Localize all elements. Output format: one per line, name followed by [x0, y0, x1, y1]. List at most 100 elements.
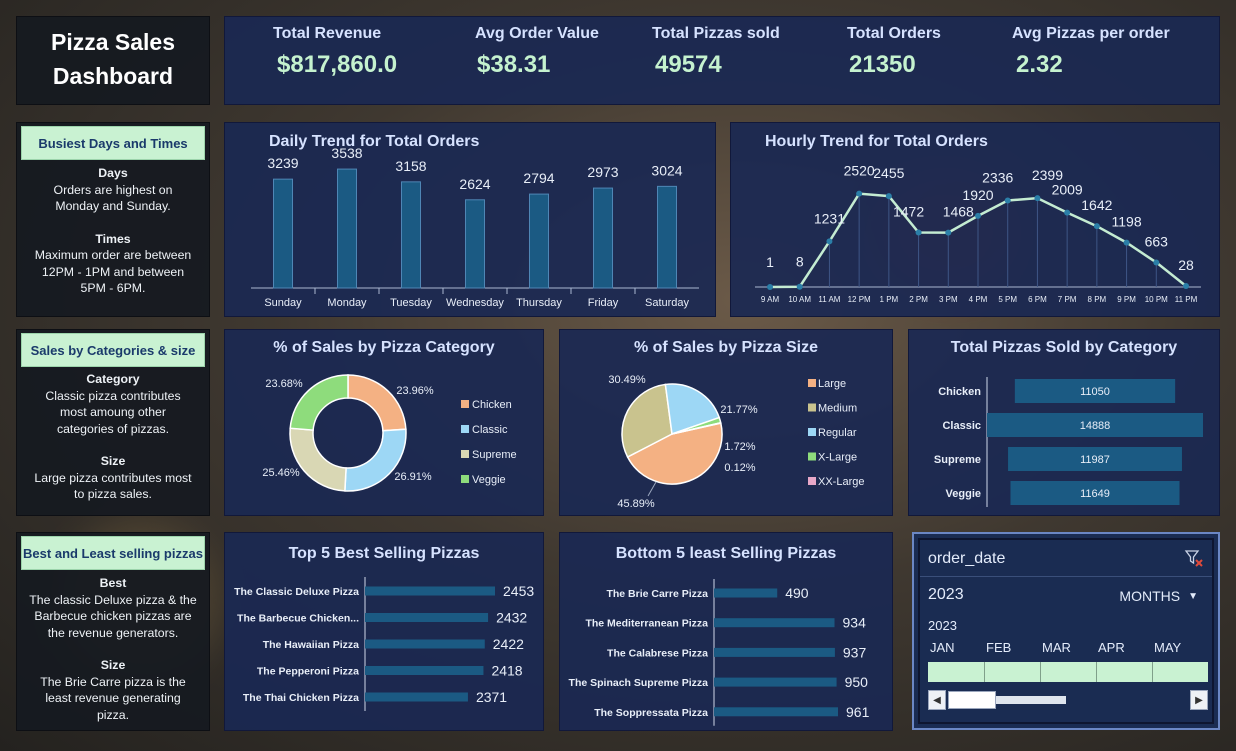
- data-point: [975, 212, 981, 219]
- data-label: 28: [1178, 257, 1194, 273]
- kpi-value: $38.31: [477, 51, 551, 78]
- category-label: The Brie Carre Pizza: [606, 588, 708, 600]
- insight-best-least: Best and Least selling pizzas Best The c…: [16, 532, 210, 731]
- month-divider: [984, 662, 985, 682]
- slicer-field-label: order_date: [928, 550, 1006, 567]
- data-label: 490: [785, 585, 809, 601]
- bar: [365, 639, 485, 649]
- clear-filter-icon[interactable]: [1184, 548, 1204, 568]
- data-label: 3024: [651, 162, 682, 178]
- tick-label: 2 PM: [909, 295, 928, 304]
- scroll-left-icon[interactable]: ◀: [928, 690, 946, 710]
- data-label: 950: [845, 674, 869, 690]
- bar: [529, 193, 549, 289]
- legend-swatch: [808, 379, 816, 387]
- data-label: 3158: [395, 158, 426, 174]
- bar: [714, 588, 778, 598]
- month-divider: [1040, 662, 1041, 682]
- bottom5-panel: Bottom 5 least Selling Pizzas The Brie C…: [559, 532, 893, 731]
- donut-slice: [289, 427, 347, 492]
- kpi-total-revenue: Total Revenue $817,860.0: [273, 25, 397, 79]
- category-share-panel: % of Sales by Pizza Category 23.96% 26.91…: [224, 329, 544, 516]
- data-label: 663: [1145, 233, 1169, 249]
- category-donut-chart: 23.96% 26.91% 25.46% 23.68% Chicken Classic Su…: [262, 374, 517, 492]
- data-point: [1034, 195, 1041, 202]
- insight-body: Best The classic Deluxe pizza & the Barb…: [21, 575, 205, 723]
- month-label: MAY: [1154, 640, 1182, 655]
- timeline-month-labels: JAN FEB MAR APR MAY: [928, 640, 1208, 656]
- data-label: 1920: [962, 187, 993, 203]
- leader-line: [647, 481, 657, 497]
- tick-label: 5 PM: [998, 295, 1017, 304]
- bar: [365, 613, 489, 622]
- kpi-value: 49574: [655, 51, 722, 78]
- data-label: 30.49%: [608, 374, 646, 386]
- insight-text: The classic Deluxe pizza & the Barbecue …: [29, 592, 197, 640]
- kpi-value: $817,860.0: [277, 51, 398, 78]
- tick-label: 11 PM: [1175, 295, 1198, 304]
- tick-label: 9 PM: [1117, 295, 1136, 304]
- order-date-timeline-slicer[interactable]: order_date 2023 MONTHS ▼ 2023 JAN FEB MAR A…: [912, 532, 1220, 730]
- title-line-1: Pizza Sales: [50, 29, 176, 55]
- data-label: 25.46%: [262, 467, 300, 479]
- hourly-trend-panel: Hourly Trend for Total Orders 19 AM 8 10 A…: [730, 122, 1220, 317]
- tick-label: 8 PM: [1088, 295, 1107, 304]
- bottom5-chart: The Brie Carre Pizza 490 The Mediterranean…: [569, 579, 870, 726]
- insight-heading: Size: [100, 658, 126, 672]
- insight-heading: Category: [86, 372, 140, 386]
- kpi-value: 21350: [849, 51, 916, 78]
- data-label: 2453: [503, 583, 534, 599]
- category-label: Veggie: [946, 488, 981, 500]
- data-label: 1231: [814, 210, 845, 226]
- insight-busiest: Busiest Days and Times Days Orders are h…: [16, 122, 210, 317]
- month-divider: [1152, 662, 1153, 682]
- tick-label: 11 AM: [818, 295, 840, 304]
- month-label: FEB: [986, 640, 1012, 655]
- kpi-label: Total Pizzas sold: [652, 25, 780, 42]
- data-label: 23.68%: [265, 378, 303, 390]
- data-label: 937: [843, 644, 867, 660]
- category-label: The Pepperoni Pizza: [257, 666, 359, 678]
- data-point: [1093, 223, 1100, 230]
- tick-label: Friday: [588, 297, 619, 309]
- data-label: 11649: [1080, 488, 1110, 500]
- data-label: 2455: [873, 165, 904, 181]
- insight-text: Orders are highest on Monday and Sunday.: [53, 182, 173, 214]
- insight-body: Category Classic pizza contributes most …: [21, 371, 205, 503]
- insight-text: Large pizza contributes most to pizza sa…: [34, 470, 192, 502]
- size-pie-chart: 45.89% 30.49% 21.77% 1.72% 0.12% Large Medium R…: [608, 374, 864, 510]
- insight-categories: Sales by Categories & size Category Clas…: [16, 329, 210, 516]
- kpi-label: Total Orders: [847, 25, 941, 42]
- data-point: [945, 229, 952, 236]
- top5-chart: The Classic Deluxe Pizza The Barbecue Chi…: [234, 577, 534, 711]
- legend-label: Regular: [818, 427, 857, 439]
- kpi-value: 2.32: [1016, 51, 1063, 78]
- kpi-label: Avg Order Value: [475, 25, 599, 42]
- kpi-avg-order-value: Avg Order Value $38.31: [475, 25, 599, 79]
- tick-label: 3 PM: [939, 295, 958, 304]
- title-line-2: Dashboard: [52, 63, 174, 89]
- data-label: 1.72%: [724, 441, 755, 453]
- data-label: 0.12%: [724, 462, 755, 474]
- timeline-year-label: 2023: [928, 618, 957, 633]
- timeline-track[interactable]: [928, 662, 1208, 682]
- data-point: [1153, 259, 1160, 266]
- data-label: 961: [846, 704, 870, 720]
- legend-swatch: [461, 425, 469, 433]
- data-label: 1472: [893, 203, 924, 219]
- data-label: 934: [843, 615, 867, 631]
- month-label: JAN: [930, 640, 955, 655]
- bar: [714, 647, 835, 657]
- timeline-scrollbar[interactable]: ◀ ▶: [928, 690, 1208, 710]
- insight-text: The Brie Carre pizza is the least revenu…: [40, 674, 186, 722]
- data-label: 2432: [496, 610, 527, 626]
- time-level-dropdown[interactable]: MONTHS ▼: [1119, 588, 1198, 604]
- scroll-right-icon[interactable]: ▶: [1190, 690, 1208, 710]
- kpi-total-pizzas-sold: Total Pizzas sold 49574: [652, 25, 780, 79]
- scrollbar-thumb[interactable]: [948, 691, 996, 709]
- data-label: 45.89%: [617, 498, 655, 510]
- category-label: The Soppressata Pizza: [594, 707, 708, 719]
- top5-panel: Top 5 Best Selling Pizzas The Classic De…: [224, 532, 544, 731]
- data-point: [826, 238, 833, 245]
- data-label: 2418: [491, 663, 522, 679]
